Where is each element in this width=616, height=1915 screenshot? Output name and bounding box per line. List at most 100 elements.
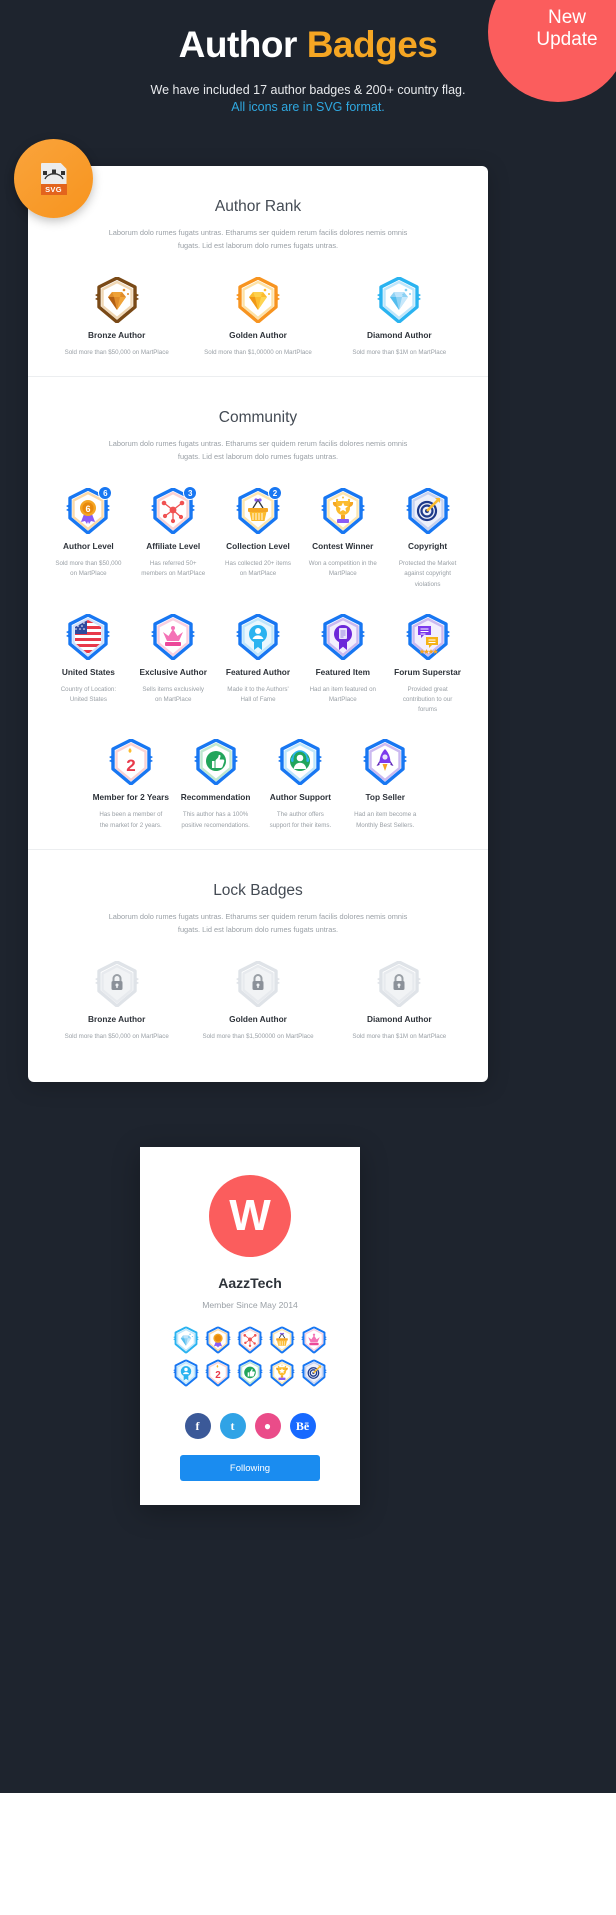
section-description: Laborum dolo rumes fugats untras. Etharu…	[108, 439, 408, 462]
author-rank-grid: Bronze Author Sold more than $50,000 on …	[46, 271, 470, 376]
trophy-icon[interactable]	[269, 1359, 295, 1387]
badge-description: This author has a 100% positive recomend…	[181, 811, 250, 829]
twitter-icon[interactable]: t	[219, 1413, 246, 1439]
follow-button[interactable]: Following	[180, 1455, 320, 1481]
bottom-white-strip	[0, 1793, 616, 1915]
badge-icon-wrap	[50, 276, 183, 324]
dribbble-icon[interactable]: ●	[254, 1413, 281, 1439]
badge-description: Sold more than $1,500000 on MartPlace	[202, 1032, 314, 1040]
badge-level-count: 2	[267, 486, 282, 501]
basket-icon: 2	[235, 486, 282, 535]
badge-cell[interactable]: Golden Author Sold more than $1,00000 on…	[187, 271, 328, 376]
badge-cell[interactable]: Forum Superstar Provided great contribut…	[385, 608, 470, 734]
badge-cell[interactable]: Copyright Protected the Market against c…	[385, 482, 470, 608]
badge-cell[interactable]: Recommendation This author has a 100% po…	[173, 733, 258, 848]
badge-cell[interactable]: Bronze Author Sold more than $50,000 on …	[46, 955, 187, 1060]
behance-icon[interactable]: Bē	[289, 1413, 316, 1439]
birthday-candle-icon[interactable]: 2	[205, 1359, 231, 1387]
section-lock-badges: Lock Badges Laborum dolo rumes fugats un…	[28, 848, 488, 1060]
badges-panel: Author Rank Laborum dolo rumes fugats un…	[28, 166, 488, 1083]
badge-cell[interactable]: Featured Author Made it to the Authors' …	[216, 608, 301, 734]
badge-label: Forum Superstar	[394, 666, 462, 677]
badge-description: Sold more than $1,00000 on MartPlace	[204, 348, 312, 356]
badge-icon-wrap	[50, 960, 183, 1008]
svg-text:6: 6	[86, 504, 91, 514]
badge-label: Copyright	[407, 541, 448, 552]
badge-cell[interactable]: Featured Item Had an item featured on Ma…	[300, 608, 385, 734]
diamond-blue-icon[interactable]	[173, 1326, 199, 1354]
lock-badges-grid: Bronze Author Sold more than $50,000 on …	[46, 955, 470, 1060]
badge-cell[interactable]: Top Seller Had an item become a Monthly …	[343, 733, 428, 848]
badge-icon-wrap	[333, 276, 466, 324]
badge-label: Collection Level	[226, 541, 290, 552]
badge-icon-wrap: 3	[135, 486, 212, 535]
diamond-golden-icon	[235, 276, 281, 324]
badge-label: Recommendation	[180, 792, 251, 803]
badge-cell[interactable]: 2 Collection Level Has collected 20+ ite…	[216, 482, 301, 608]
svg-text:2: 2	[215, 1370, 221, 1381]
badge-cell[interactable]: Diamond Author Sold more than $1M on Mar…	[329, 271, 470, 376]
badge-cell[interactable]: Contest Winner Won a competition in the …	[300, 482, 385, 608]
badge-cell[interactable]: United States Country of Location: Unite…	[46, 608, 131, 734]
lock-icon	[94, 960, 140, 1008]
badge-label: Bronze Author	[88, 1013, 146, 1024]
headset-icon	[277, 738, 323, 787]
diamond-bronze-icon	[94, 276, 140, 324]
facebook-icon[interactable]: f	[184, 1413, 211, 1439]
badge-cell[interactable]: 3 Affiliate Level Has referred 50+ membe…	[131, 482, 216, 608]
badge-label: Diamond Author	[366, 1013, 432, 1024]
badge-cell[interactable]: Golden Author Sold more than $1,500000 o…	[187, 955, 328, 1060]
badge-icon-wrap	[262, 738, 339, 787]
badge-description: Sold more than $50,000 on MartPlace	[64, 1032, 169, 1040]
lock-icon	[376, 960, 422, 1008]
badge-label: Member for 2 Years	[92, 792, 169, 803]
chat-stars-icon	[405, 613, 451, 661]
person-ribbon-icon[interactable]	[173, 1359, 199, 1387]
badge-description: Sold more than $1M on MartPlace	[352, 1032, 447, 1040]
basket-icon[interactable]	[269, 1326, 295, 1354]
badge-cell[interactable]: Author Support The author offers support…	[258, 733, 343, 848]
page-title-main: Author	[178, 24, 298, 65]
badge-label: Exclusive Author	[139, 666, 207, 677]
badge-description: Made it to the Authors' Hall of Fame	[227, 685, 289, 703]
rocket-icon	[362, 738, 408, 787]
svg-chip-label: SVG	[40, 183, 67, 195]
section-description: Laborum dolo rumes fugats untras. Etharu…	[108, 911, 408, 934]
badge-cell[interactable]: Exclusive Author Sells items exclusively…	[131, 608, 216, 734]
header-svg-note: All icons are in SVG format.	[231, 100, 385, 114]
section-title: Lock Badges	[213, 881, 303, 899]
new-update-line2: Update	[536, 29, 598, 50]
network-icon[interactable]	[237, 1326, 263, 1354]
badge-description: Has referred 50+ members on MartPlace	[141, 560, 206, 578]
profile-member-since: Member Since May 2014	[202, 1300, 298, 1310]
rosette-icon[interactable]	[205, 1326, 231, 1354]
badge-label: Contest Winner	[312, 541, 374, 552]
crown-icon[interactable]	[301, 1326, 327, 1354]
badge-description: Country of Location: United States	[60, 685, 117, 703]
badge-description: Protected the Market against copyright v…	[398, 560, 457, 588]
badge-icon-wrap	[347, 738, 424, 787]
badge-label: Featured Author	[225, 666, 291, 677]
badge-icon-wrap	[389, 613, 466, 661]
badge-icon-wrap	[389, 487, 466, 535]
badge-icon-wrap	[304, 487, 381, 535]
badge-cell[interactable]: Bronze Author Sold more than $50,000 on …	[46, 271, 187, 376]
section-author-rank: Author Rank Laborum dolo rumes fugats un…	[28, 166, 488, 376]
badge-label: Affiliate Level	[146, 541, 201, 552]
badge-description: Sold more than $50,000 on MartPlace	[55, 560, 122, 578]
badge-icon-wrap	[220, 613, 297, 661]
rosette-icon: 6 6	[65, 486, 113, 535]
badge-cell[interactable]: 2 Member for 2 Years Has been a member o…	[88, 733, 173, 848]
badge-cell[interactable]: Diamond Author Sold more than $1M on Mar…	[329, 955, 470, 1060]
target-icon[interactable]	[301, 1359, 327, 1387]
badge-label: United States	[61, 666, 115, 677]
badge-cell[interactable]: 6 6 Author Level Sold more than $50,000 …	[46, 482, 131, 608]
badge-description: Sold more than $50,000 on MartPlace	[64, 348, 169, 356]
badge-icon-wrap	[135, 613, 212, 661]
community-grid: 6 6 Author Level Sold more than $50,000 …	[46, 482, 470, 849]
svg-text:2: 2	[126, 756, 135, 775]
badge-icon-wrap	[177, 738, 254, 787]
badge-description: Sold more than $1M on MartPlace	[352, 348, 447, 356]
thumbs-up-icon[interactable]	[237, 1359, 263, 1387]
new-update-line1: New	[547, 6, 586, 28]
